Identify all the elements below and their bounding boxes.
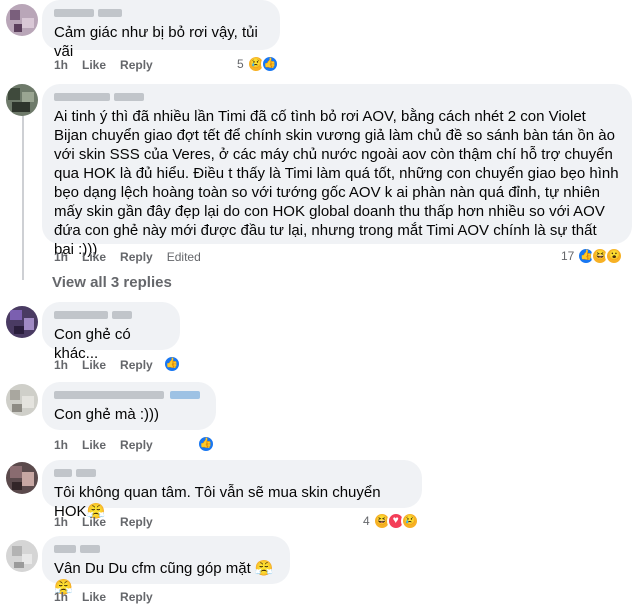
avatar[interactable] (6, 84, 38, 116)
sad-icon: 😢 (400, 512, 419, 530)
author-name-redacted[interactable] (54, 7, 268, 19)
like-icon: 👍 (260, 55, 279, 73)
like-button[interactable]: Like (82, 438, 106, 452)
edited-label: Edited (166, 250, 201, 264)
avatar[interactable] (6, 462, 38, 494)
reaction-count: 17 (561, 249, 575, 263)
timestamp[interactable]: 1h (54, 58, 68, 72)
author-name-redacted[interactable] (54, 467, 410, 479)
avatar[interactable] (6, 306, 38, 338)
comment-text: Cảm giác như bị bỏ rơi vậy, tủi vãi (54, 24, 258, 60)
comment-bubble: Vân Du Du cfm cũng góp mặt 😤😤 (42, 536, 290, 596)
comment-bubble: Con ghẻ mà :))) (42, 382, 216, 430)
reaction-summary[interactable]: 4 😆 ♥ 😢 (363, 512, 419, 530)
avatar[interactable] (6, 384, 38, 416)
timestamp[interactable]: 1h (54, 515, 68, 529)
reaction-count: 5 (237, 57, 244, 71)
reply-button[interactable]: Reply (120, 590, 153, 604)
like-icon: 👍 (197, 435, 215, 453)
like-button[interactable]: Like (82, 590, 106, 604)
like-button[interactable]: Like (82, 515, 106, 529)
comment-text: Con ghẻ mà :))) (54, 406, 160, 423)
reply-button[interactable]: Reply (120, 438, 153, 452)
comment-actions: 1h Like Reply (54, 58, 167, 72)
timestamp[interactable]: 1h (54, 590, 68, 604)
avatar[interactable] (6, 4, 38, 36)
comment-text: Ai tinh ý thì đã nhiều lần Timi đã cố tì… (54, 108, 619, 258)
view-all-replies-link[interactable]: View all 3 replies (52, 274, 172, 291)
comment-bubble: Tôi không quan tâm. Tôi vẫn sẽ mua skin … (42, 460, 422, 520)
reaction-count: 4 (363, 514, 370, 528)
comment-bubble: Cảm giác như bị bỏ rơi vậy, tủi vãi (42, 0, 280, 60)
like-button[interactable]: Like (82, 358, 106, 372)
reply-button[interactable]: Reply (120, 358, 153, 372)
reaction-summary[interactable]: 17 👍 😆 😮 (561, 247, 624, 265)
reaction-summary[interactable]: 👍 (163, 355, 181, 373)
comment-bubble: Ai tinh ý thì đã nhiều lần Timi đã cố tì… (42, 84, 632, 258)
comment-bubble: Con ghẻ có khác... (42, 302, 180, 362)
reaction-summary[interactable]: 👍 (197, 435, 215, 453)
comment-actions: 1h Like Reply (54, 590, 167, 604)
author-name-redacted[interactable] (54, 389, 204, 401)
comment-actions: 1h Like Reply Edited (54, 250, 215, 264)
comment-actions: 1h Like Reply (54, 515, 167, 529)
timestamp[interactable]: 1h (54, 358, 68, 372)
author-name-redacted[interactable] (54, 543, 278, 555)
timestamp[interactable]: 1h (54, 250, 68, 264)
reply-button[interactable]: Reply (120, 58, 153, 72)
avatar[interactable] (6, 540, 38, 572)
reply-button[interactable]: Reply (120, 250, 153, 264)
like-icon: 👍 (163, 355, 181, 373)
comment-actions: 1h Like Reply (54, 358, 167, 372)
timestamp[interactable]: 1h (54, 438, 68, 452)
wow-icon: 😮 (605, 247, 624, 265)
reply-button[interactable]: Reply (120, 515, 153, 529)
like-button[interactable]: Like (82, 58, 106, 72)
reaction-summary[interactable]: 5 😢 👍 (237, 55, 279, 73)
reply-thread-line (22, 110, 24, 280)
comment-actions: 1h Like Reply (54, 438, 167, 452)
like-button[interactable]: Like (82, 250, 106, 264)
author-name-redacted[interactable] (54, 309, 168, 321)
author-name-redacted[interactable] (54, 91, 620, 103)
